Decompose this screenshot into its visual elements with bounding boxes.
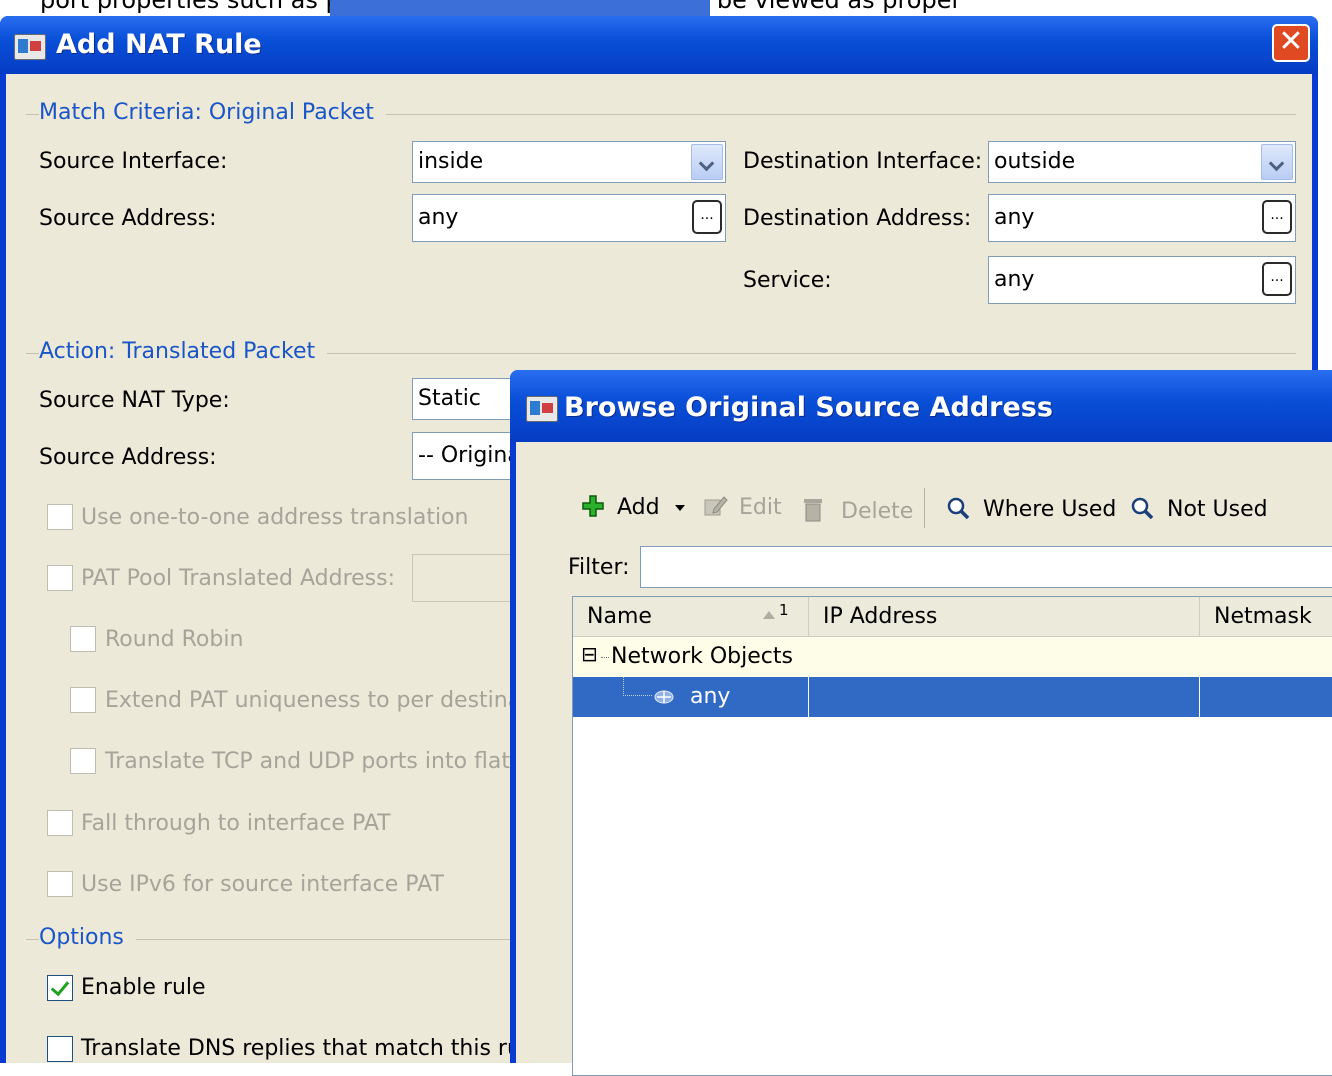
browse-title-bar[interactable]: Browse Original Source Address [510, 370, 1332, 442]
column-header-ip-address[interactable]: IP Address [809, 597, 1200, 637]
source-nat-type-label: Source NAT Type: [39, 388, 230, 413]
ipv6-label: Use IPv6 for source interface PAT [81, 872, 444, 897]
service-value: any [994, 267, 1035, 292]
destination-interface-value: outside [994, 149, 1076, 174]
address-table: Name 1 IP Address Netmask ⊟ Network Obje… [572, 596, 1332, 1076]
options-heading: Options [39, 925, 136, 950]
edit-label: Edit [739, 495, 782, 520]
match-criteria-heading: Match Criteria: Original Packet [39, 100, 386, 125]
tree-connector [623, 677, 652, 696]
destination-interface-label: Destination Interface: [743, 149, 983, 174]
enable-rule-label: Enable rule [81, 975, 206, 1000]
sort-order-number: 1 [779, 601, 789, 619]
source-interface-label: Source Interface: [39, 149, 228, 174]
not-used-label: Not Used [1167, 497, 1268, 522]
fall-through-label: Fall through to interface PAT [81, 811, 391, 836]
column-header-netmask[interactable]: Netmask [1200, 597, 1332, 637]
window-title: Add NAT Rule [56, 29, 262, 60]
service-field[interactable]: any ... [988, 256, 1296, 304]
column-header-name[interactable]: Name 1 [573, 597, 809, 637]
browse-source-button[interactable]: ... [692, 200, 722, 234]
magnifier-icon [946, 496, 970, 520]
browse-destination-button[interactable]: ... [1262, 200, 1292, 234]
one-to-one-checkbox[interactable] [47, 504, 73, 530]
delete-button[interactable]: Delete [800, 492, 913, 524]
filter-input[interactable] [640, 546, 1332, 588]
round-robin-checkbox[interactable] [70, 626, 96, 652]
action-heading: Action: Translated Packet [39, 339, 328, 364]
table-row[interactable]: any [573, 677, 1332, 717]
row-name: any [690, 684, 731, 709]
service-label: Service: [743, 268, 832, 293]
browse-body: Add Edit Delete Where Used Not Used Filt… [516, 442, 1332, 1076]
close-icon: ✕ [1278, 24, 1304, 59]
destination-address-field[interactable]: any ... [988, 194, 1296, 242]
browse-window-title: Browse Original Source Address [564, 392, 1053, 423]
source-interface-select[interactable]: inside [412, 141, 726, 183]
extend-pat-label: Extend PAT uniqueness to per destinal [105, 688, 528, 713]
extend-pat-checkbox[interactable] [70, 687, 96, 713]
pat-pool-checkbox[interactable] [47, 565, 73, 591]
edit-button[interactable]: Edit [704, 492, 782, 520]
add-button[interactable]: Add [582, 492, 685, 520]
filter-label: Filter: [568, 555, 630, 580]
plus-icon [582, 495, 604, 517]
browse-original-source-address-dialog: Browse Original Source Address Add Edit … [510, 370, 1332, 1076]
chevron-down-icon[interactable] [691, 144, 723, 180]
column-divider [808, 677, 809, 717]
magnifier-icon [1130, 496, 1154, 520]
where-used-button[interactable]: Where Used [946, 492, 1116, 522]
group-label: Network Objects [611, 644, 793, 669]
column-header-label: Netmask [1214, 604, 1312, 629]
toolbar-separator [924, 488, 925, 528]
chevron-down-icon[interactable] [1261, 144, 1293, 180]
source-address-label: Source Address: [39, 206, 217, 231]
destination-address-value: any [994, 205, 1035, 230]
dropdown-arrow-icon[interactable] [674, 505, 685, 511]
translated-source-address-label: Source Address: [39, 445, 217, 470]
column-header-label: Name [587, 604, 652, 629]
column-divider [1199, 677, 1200, 717]
enable-rule-checkbox[interactable] [47, 975, 73, 1001]
translate-dns-label: Translate DNS replies that match this ru… [81, 1036, 541, 1061]
sort-ascending-icon [763, 611, 775, 619]
where-used-label: Where Used [983, 497, 1117, 522]
fall-through-checkbox[interactable] [47, 810, 73, 836]
title-bar[interactable]: Add NAT Rule ✕ [0, 16, 1318, 74]
delete-label: Delete [841, 499, 914, 524]
source-address-field[interactable]: any ... [412, 194, 726, 242]
app-icon [14, 34, 46, 60]
destination-interface-select[interactable]: outside [988, 141, 1296, 183]
not-used-button[interactable]: Not Used [1130, 492, 1268, 522]
background-page-strip: port properties such as ports for the co… [0, 0, 1332, 16]
source-interface-value: inside [418, 149, 484, 174]
one-to-one-label: Use one-to-one address translation [81, 505, 469, 530]
round-robin-label: Round Robin [105, 627, 244, 652]
translate-ports-checkbox[interactable] [70, 748, 96, 774]
close-button[interactable]: ✕ [1272, 24, 1310, 62]
source-nat-type-value: Static [418, 386, 481, 411]
source-address-value: any [418, 205, 459, 230]
edit-icon [704, 495, 728, 517]
translated-source-address-value: -- Origina [418, 443, 521, 468]
pat-pool-label: PAT Pool Translated Address: [81, 566, 396, 591]
translate-ports-label: Translate TCP and UDP ports into flat r [105, 749, 527, 774]
ipv6-checkbox[interactable] [47, 871, 73, 897]
trash-icon [800, 496, 826, 522]
text-selection-highlight [330, 0, 710, 16]
network-object-icon [653, 687, 675, 713]
collapse-icon[interactable]: ⊟ [581, 642, 598, 666]
tree-connector [601, 657, 609, 658]
group-row-network-objects[interactable]: ⊟ Network Objects [573, 637, 1332, 677]
destination-address-label: Destination Address: [743, 206, 972, 231]
add-label: Add [617, 495, 660, 520]
app-icon [526, 396, 558, 422]
browse-service-button[interactable]: ... [1262, 262, 1292, 296]
column-header-label: IP Address [823, 604, 938, 629]
translate-dns-checkbox[interactable] [47, 1036, 73, 1062]
